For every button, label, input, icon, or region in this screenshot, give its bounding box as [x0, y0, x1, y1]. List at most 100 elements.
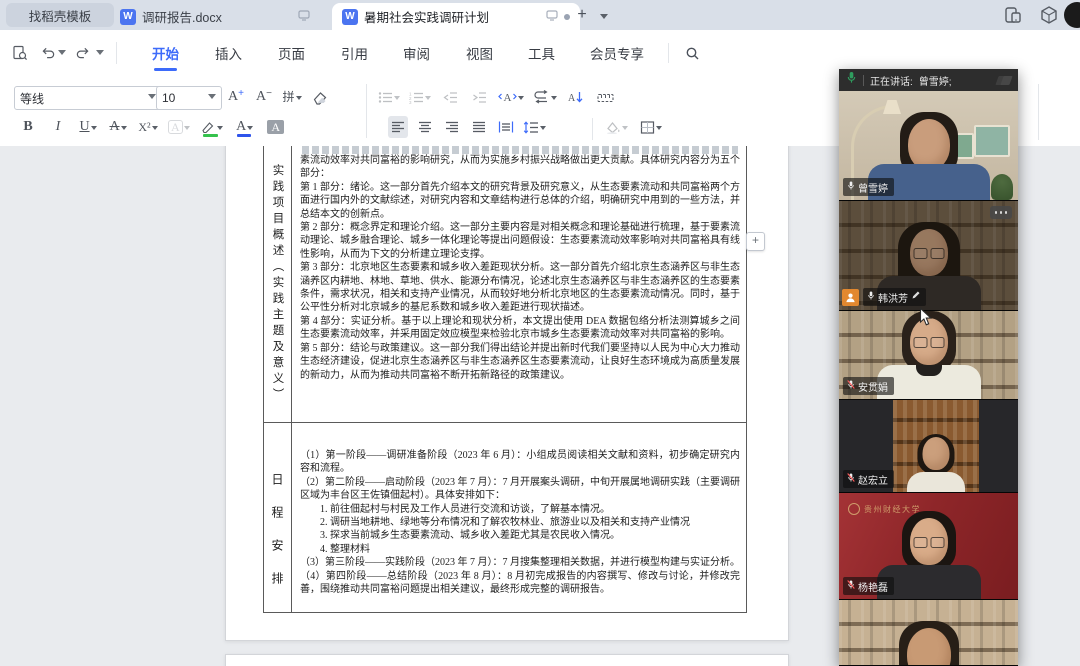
numbered-list-button[interactable]: 123: [409, 86, 431, 108]
font-increase-button[interactable]: A+: [226, 86, 246, 108]
speaking-speaker-name: 曾雪婷;: [919, 73, 952, 88]
highlight-color-button[interactable]: [200, 116, 224, 138]
align-right-button[interactable]: [442, 116, 462, 138]
menu-tab-member[interactable]: 会员专享: [586, 30, 648, 76]
menu-tab-home[interactable]: 开始: [148, 30, 183, 76]
undo-caret-icon[interactable]: [58, 50, 66, 59]
char-border-button[interactable]: A: [168, 116, 190, 138]
print-preview-button[interactable]: [8, 42, 32, 64]
university-logo-icon: [848, 503, 860, 515]
wps-writer-logo: W: [120, 9, 136, 25]
distribute-button[interactable]: [496, 116, 516, 138]
participant-name: 韩洪芳: [878, 290, 908, 305]
undo-button[interactable]: [36, 42, 60, 64]
document-page-2[interactable]: [225, 654, 789, 666]
strikethrough-button[interactable]: A: [108, 116, 128, 138]
search-button[interactable]: [680, 42, 704, 64]
indent-button[interactable]: [469, 86, 489, 108]
table-add-column-button[interactable]: +: [746, 232, 765, 251]
font-name-select[interactable]: 等线: [14, 86, 162, 110]
underline-button[interactable]: U: [78, 116, 98, 138]
align-left-button[interactable]: [388, 116, 408, 138]
participant-silhouette: [874, 621, 984, 665]
sort-button[interactable]: A: [566, 86, 586, 108]
ruler-button[interactable]: [595, 86, 615, 108]
multi-device-icon[interactable]: [1003, 5, 1023, 30]
menu-tab-view[interactable]: 视图: [462, 30, 497, 76]
university-banner-text: 贵州财经大学: [864, 504, 921, 515]
shading-bucket-button[interactable]: [604, 116, 628, 138]
cube-icon[interactable]: [1039, 5, 1059, 30]
menu-tab-review[interactable]: 审阅: [399, 30, 434, 76]
table-content-cell[interactable]: 素流动效率对共同富裕的影响研究，从而为实施乡村振兴战略做出更大贡献。具体研究内容…: [292, 146, 746, 422]
tab-label: 找稻壳模板: [29, 6, 92, 25]
document-page-1[interactable]: 实践项目概述（实践主题及意义） 素流动效率对共同富裕的影响研究，从而为实施乡村振…: [225, 146, 789, 641]
window-tab-bar: 找稻壳模板 W 调研报告.docx W 暑期社会实践调研计划 +: [0, 0, 1080, 30]
font-decrease-button[interactable]: A−: [254, 86, 274, 108]
video-tile-4[interactable]: 赵宏立: [839, 400, 1018, 493]
participant-name-tag: 韩洪芳: [863, 288, 926, 306]
list-item: 4. 整理材料: [300, 543, 740, 556]
paragraph: （1）第一阶段——调研准备阶段（2023 年 6 月）：小组成员阅读相关文献和资…: [300, 449, 740, 476]
menu-tab-insert[interactable]: 插入: [211, 30, 246, 76]
text-direction-button[interactable]: [533, 86, 557, 108]
tab-label: 暑期社会实践调研计划: [364, 7, 489, 26]
tab-list-caret-icon[interactable]: [600, 10, 608, 28]
user-avatar[interactable]: [1064, 2, 1080, 28]
table-row: 实践项目概述（实践主题及意义） 素流动效率对共同富裕的影响研究，从而为实施乡村振…: [264, 146, 746, 422]
table-content-cell[interactable]: （1）第一阶段——调研准备阶段（2023 年 6 月）：小组成员阅读相关文献和资…: [292, 423, 746, 612]
participant-name-tag: 赵宏立: [843, 470, 894, 488]
tab-template-store[interactable]: 找稻壳模板: [6, 3, 114, 27]
video-tile-6[interactable]: [839, 600, 1018, 666]
font-color-button[interactable]: A: [234, 116, 256, 138]
tab-document-1[interactable]: W 调研报告.docx: [110, 3, 320, 30]
menu-tab-reference[interactable]: 引用: [337, 30, 372, 76]
borders-button[interactable]: [640, 116, 662, 138]
list-item: 3. 探求当前城乡生态要素流动、城乡收入差距尤其是农民收入情况。: [300, 529, 740, 542]
svg-text:A: A: [504, 92, 512, 104]
more-icon[interactable]: [990, 206, 1012, 219]
video-tile-1[interactable]: 曾雪婷: [839, 91, 1018, 201]
svg-text:3: 3: [409, 100, 412, 104]
video-tile-2[interactable]: 韩洪芳: [839, 201, 1018, 311]
document-table[interactable]: 实践项目概述（实践主题及意义） 素流动效率对共同富裕的影响研究，从而为实施乡村振…: [263, 146, 747, 613]
table-label-cell[interactable]: 日程安排: [264, 423, 292, 612]
font-size-value: 10: [162, 91, 175, 105]
paragraph: 第 4 部分：实证分析。基于以上理论和现状分析，本文提出使用 DEA 数据包络分…: [300, 315, 740, 342]
align-center-button[interactable]: [415, 116, 435, 138]
outdent-button[interactable]: [440, 86, 460, 108]
menu-tab-tools[interactable]: 工具: [524, 30, 559, 76]
line-spacing-button[interactable]: [523, 116, 546, 138]
list-item: 2. 调研当地耕地、绿地等分布情况和了解农牧林业、旅游业以及相关和支持产业情况: [300, 516, 740, 529]
participant-tiles: 曾雪婷 韩洪芳: [839, 91, 1018, 666]
wps-writer-logo: W: [342, 9, 358, 25]
video-meeting-panel[interactable]: 正在讲话: 曾雪婷;: [839, 69, 1018, 666]
bold-button[interactable]: B: [18, 116, 38, 138]
format-eraser-button[interactable]: [310, 86, 330, 108]
table-row: 日程安排 （1）第一阶段——调研准备阶段（2023 年 6 月）：小组成员阅读相…: [264, 422, 746, 612]
participant-name: 杨艳磊: [858, 579, 888, 594]
tab-document-2-active[interactable]: W 暑期社会实践调研计划: [332, 3, 580, 30]
italic-button[interactable]: I: [48, 116, 68, 138]
redo-caret-icon[interactable]: [96, 50, 104, 59]
speaking-status-label: 正在讲话:: [870, 73, 913, 88]
superscript-button[interactable]: X²: [138, 116, 158, 138]
participant-name: 赵宏立: [858, 472, 888, 487]
edit-pencil-icon[interactable]: [911, 291, 920, 303]
font-size-select[interactable]: 10: [156, 86, 222, 110]
unsaved-dot: [564, 14, 570, 20]
row-label-vertical: 实践项目概述（实践主题及意义）: [270, 146, 286, 422]
table-label-cell[interactable]: 实践项目概述（实践主题及意义）: [264, 146, 292, 422]
char-shading-button[interactable]: A: [266, 116, 286, 138]
microphone-icon: [867, 290, 875, 304]
pinyin-guide-button[interactable]: 拼: [282, 86, 302, 108]
menu-tab-page[interactable]: 页面: [274, 30, 309, 76]
bullet-list-button[interactable]: [378, 86, 400, 108]
new-tab-button[interactable]: +: [571, 4, 593, 26]
char-scale-button[interactable]: A: [498, 86, 524, 108]
mouse-cursor: [919, 307, 933, 332]
redo-button[interactable]: [70, 42, 94, 64]
video-tile-5[interactable]: 贵州财经大学 杨艳磊: [839, 493, 1018, 600]
paragraph: 第 3 部分：北京地区生态要素和城乡收入差距现状分析。这一部分首先介绍北京生态涵…: [300, 261, 740, 315]
justify-button[interactable]: [469, 116, 489, 138]
